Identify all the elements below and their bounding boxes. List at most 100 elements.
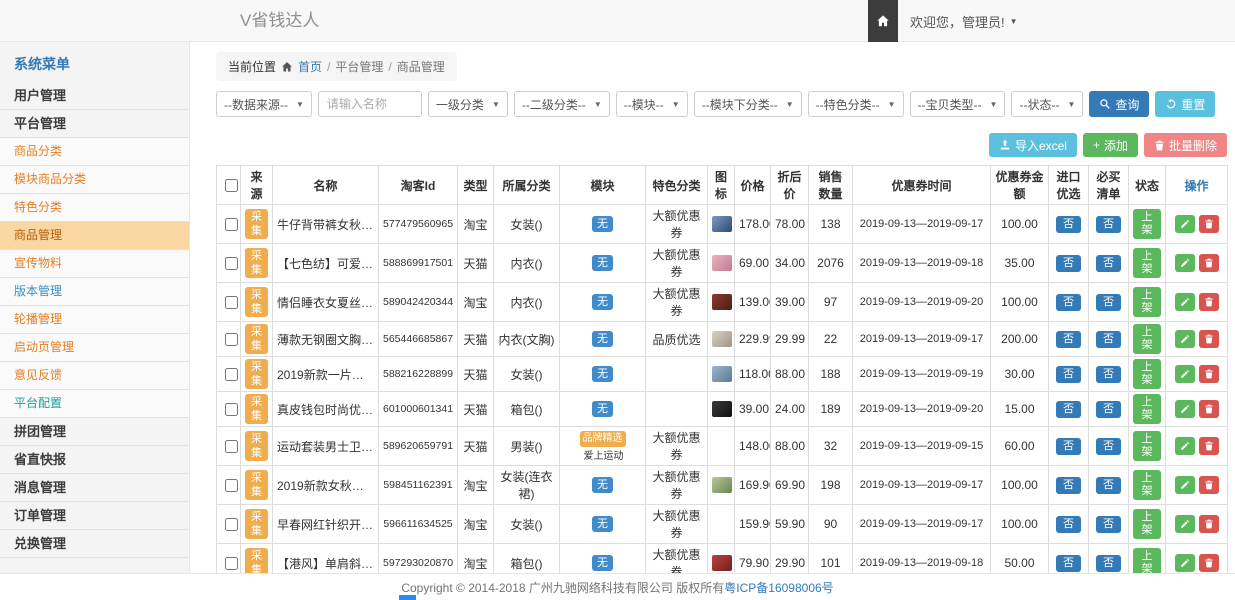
- sidebar-item[interactable]: 模块商品分类: [0, 166, 189, 194]
- batch-delete-button[interactable]: 批量删除: [1144, 133, 1227, 157]
- must-buy-toggle[interactable]: 否: [1096, 516, 1121, 533]
- sidebar-item[interactable]: 拼团管理: [0, 418, 189, 446]
- edit-icon: [1180, 258, 1190, 268]
- sidebar-item[interactable]: 平台管理: [0, 110, 189, 138]
- edit-button[interactable]: [1175, 254, 1195, 272]
- filter-select[interactable]: --模块--▼: [616, 91, 688, 117]
- delete-button[interactable]: [1199, 293, 1219, 311]
- sidebar-item[interactable]: 特色分类: [0, 194, 189, 222]
- product-thumbnail: [712, 255, 732, 271]
- import-select-toggle[interactable]: 否: [1056, 331, 1081, 348]
- row-checkbox[interactable]: [225, 479, 238, 492]
- sidebar-item[interactable]: 消息管理: [0, 474, 189, 502]
- sidebar-item[interactable]: 商品管理: [0, 222, 189, 250]
- delete-button[interactable]: [1199, 515, 1219, 533]
- breadcrumb-home-link[interactable]: 首页: [298, 58, 322, 75]
- filter-select[interactable]: --状态--▼: [1011, 91, 1083, 117]
- sidebar-item[interactable]: 轮播管理: [0, 306, 189, 334]
- status-button[interactable]: 上架: [1133, 509, 1161, 539]
- must-buy-toggle[interactable]: 否: [1096, 477, 1121, 494]
- edit-button[interactable]: [1175, 293, 1195, 311]
- must-buy-toggle[interactable]: 否: [1096, 438, 1121, 455]
- edit-button[interactable]: [1175, 330, 1195, 348]
- delete-button[interactable]: [1199, 330, 1219, 348]
- must-buy-toggle[interactable]: 否: [1096, 401, 1121, 418]
- home-button[interactable]: [868, 0, 898, 42]
- home-icon: [876, 14, 890, 28]
- import-select-toggle[interactable]: 否: [1056, 366, 1081, 383]
- sidebar-item[interactable]: 意见反馈: [0, 362, 189, 390]
- import-excel-button[interactable]: 导入excel: [989, 133, 1077, 157]
- edit-button[interactable]: [1175, 215, 1195, 233]
- status-button[interactable]: 上架: [1133, 287, 1161, 317]
- edit-button[interactable]: [1175, 437, 1195, 455]
- sidebar-item[interactable]: 用户管理: [0, 82, 189, 110]
- sidebar-item[interactable]: [0, 558, 189, 573]
- filter-select[interactable]: --二级分类--▼: [514, 91, 610, 117]
- row-checkbox[interactable]: [225, 257, 238, 270]
- delete-button[interactable]: [1199, 365, 1219, 383]
- import-select-toggle[interactable]: 否: [1056, 255, 1081, 272]
- row-checkbox[interactable]: [225, 368, 238, 381]
- sidebar-item[interactable]: 版本管理: [0, 278, 189, 306]
- row-checkbox[interactable]: [225, 218, 238, 231]
- sidebar-item[interactable]: 启动页管理: [0, 334, 189, 362]
- status-button[interactable]: 上架: [1133, 359, 1161, 389]
- status-button[interactable]: 上架: [1133, 470, 1161, 500]
- delete-button[interactable]: [1199, 254, 1219, 272]
- delete-button[interactable]: [1199, 476, 1219, 494]
- edit-button[interactable]: [1175, 476, 1195, 494]
- select-all-checkbox[interactable]: [225, 179, 238, 192]
- import-select-toggle[interactable]: 否: [1056, 516, 1081, 533]
- row-checkbox[interactable]: [225, 518, 238, 531]
- edit-button[interactable]: [1175, 365, 1195, 383]
- row-checkbox[interactable]: [225, 557, 238, 570]
- edit-button[interactable]: [1175, 554, 1195, 572]
- add-button[interactable]: + 添加: [1083, 133, 1138, 157]
- import-select-toggle[interactable]: 否: [1056, 477, 1081, 494]
- status-button[interactable]: 上架: [1133, 209, 1161, 239]
- edit-button[interactable]: [1175, 515, 1195, 533]
- filter-select[interactable]: --宝贝类型--▼: [910, 91, 1006, 117]
- sidebar-item[interactable]: 宣传物料: [0, 250, 189, 278]
- must-buy-toggle[interactable]: 否: [1096, 331, 1121, 348]
- must-buy-toggle[interactable]: 否: [1096, 216, 1121, 233]
- status-button[interactable]: 上架: [1133, 394, 1161, 424]
- delete-button[interactable]: [1199, 554, 1219, 572]
- search-button[interactable]: 查询: [1089, 91, 1149, 117]
- sidebar-item[interactable]: 省直快报: [0, 446, 189, 474]
- import-select-toggle[interactable]: 否: [1056, 216, 1081, 233]
- sidebar-item[interactable]: 兑换管理: [0, 530, 189, 558]
- status-button[interactable]: 上架: [1133, 248, 1161, 278]
- must-buy-toggle[interactable]: 否: [1096, 255, 1121, 272]
- row-checkbox[interactable]: [225, 403, 238, 416]
- edit-button[interactable]: [1175, 400, 1195, 418]
- filter-select[interactable]: --模块下分类--▼: [694, 91, 802, 117]
- icp-link[interactable]: 粤ICP备16098006号: [724, 579, 833, 596]
- filter-select[interactable]: --特色分类--▼: [808, 91, 904, 117]
- reset-button[interactable]: 重置: [1155, 91, 1215, 117]
- delete-button[interactable]: [1199, 437, 1219, 455]
- sidebar-item[interactable]: 订单管理: [0, 502, 189, 530]
- filter-select[interactable]: --数据来源--▼: [216, 91, 312, 117]
- must-buy-toggle[interactable]: 否: [1096, 366, 1121, 383]
- status-button[interactable]: 上架: [1133, 431, 1161, 461]
- delete-button[interactable]: [1199, 400, 1219, 418]
- sidebar-item[interactable]: 商品分类: [0, 138, 189, 166]
- delete-button[interactable]: [1199, 215, 1219, 233]
- name-search-input[interactable]: [318, 91, 422, 117]
- filter-select[interactable]: 一级分类▼: [428, 91, 508, 117]
- import-select-toggle[interactable]: 否: [1056, 401, 1081, 418]
- row-checkbox[interactable]: [225, 333, 238, 346]
- import-select-toggle[interactable]: 否: [1056, 555, 1081, 572]
- import-select-toggle[interactable]: 否: [1056, 294, 1081, 311]
- user-menu[interactable]: 欢迎您，管理员! ▼: [898, 12, 1034, 31]
- row-checkbox[interactable]: [225, 440, 238, 453]
- must-buy-toggle[interactable]: 否: [1096, 294, 1121, 311]
- must-buy-toggle[interactable]: 否: [1096, 555, 1121, 572]
- row-checkbox[interactable]: [225, 296, 238, 309]
- import-select-toggle[interactable]: 否: [1056, 438, 1081, 455]
- status-button[interactable]: 上架: [1133, 324, 1161, 354]
- status-button[interactable]: 上架: [1133, 548, 1161, 573]
- sidebar-item[interactable]: 平台配置: [0, 390, 189, 418]
